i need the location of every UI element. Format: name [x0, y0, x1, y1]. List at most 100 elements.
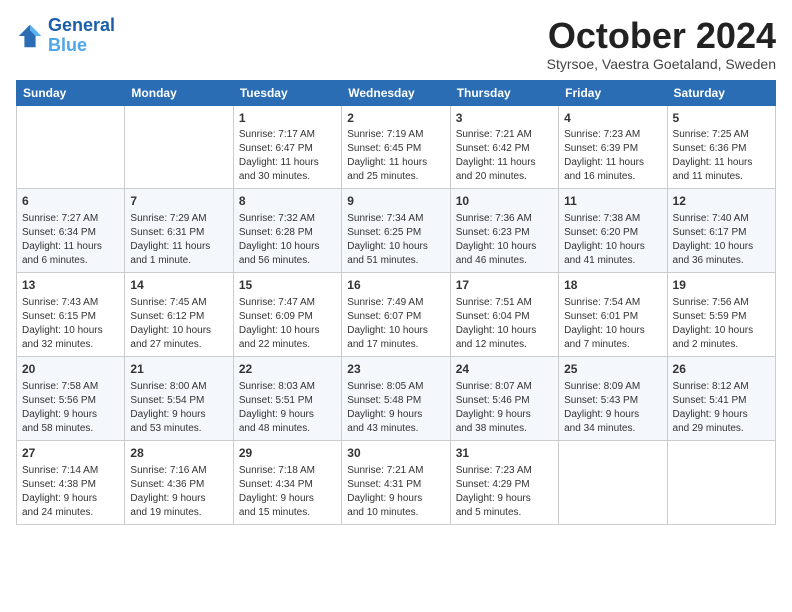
calendar-cell: 3Sunrise: 7:21 AM Sunset: 6:42 PM Daylig… — [450, 105, 558, 189]
calendar-cell: 15 Sunrise: 7:47 AM Sunset: 6:09 PM Dayli… — [233, 273, 341, 357]
calendar-cell: 30 Sunrise: 7:21 AM Sunset: 4:31 PM Dayli… — [342, 440, 450, 524]
day-number: 15 — [239, 277, 336, 294]
location-subtitle: Styrsoe, Vaestra Goetaland, Sweden — [547, 56, 776, 72]
calendar-cell — [17, 105, 125, 189]
day-info: Sunrise: 7:51 AM Sunset: 6:04 PM Dayligh… — [456, 296, 553, 352]
day-of-week-header: Tuesday — [233, 80, 341, 105]
day-number: 23 — [347, 361, 444, 378]
day-info: Sunrise: 7:36 AM Sunset: 6:23 PM Dayligh… — [456, 212, 553, 268]
calendar-cell: 22 Sunrise: 8:03 AM Sunset: 5:51 PM Dayli… — [233, 356, 341, 440]
day-number: 8 — [239, 193, 336, 210]
day-number: 6 — [22, 193, 119, 210]
calendar-cell: 14 Sunrise: 7:45 AM Sunset: 6:12 PM Dayli… — [125, 273, 233, 357]
calendar-table: SundayMondayTuesdayWednesdayThursdayFrid… — [16, 80, 776, 525]
day-info: Sunrise: 7:58 AM Sunset: 5:56 PM Dayligh… — [22, 380, 119, 436]
calendar-cell: 13 Sunrise: 7:43 AM Sunset: 6:15 PM Dayli… — [17, 273, 125, 357]
calendar-cell: 19 Sunrise: 7:56 AM Sunset: 5:59 PM Dayli… — [667, 273, 775, 357]
calendar-cell: 28Sunrise: 7:16 AM Sunset: 4:36 PM Dayli… — [125, 440, 233, 524]
day-number: 13 — [22, 277, 119, 294]
day-info: Sunrise: 7:40 AM Sunset: 6:17 PM Dayligh… — [673, 212, 770, 268]
day-number: 22 — [239, 361, 336, 378]
calendar-cell: 12 Sunrise: 7:40 AM Sunset: 6:17 PM Dayli… — [667, 189, 775, 273]
day-number: 16 — [347, 277, 444, 294]
logo: General Blue — [16, 16, 115, 56]
day-number: 19 — [673, 277, 770, 294]
day-number: 20 — [22, 361, 119, 378]
calendar-cell: 29 Sunrise: 7:18 AM Sunset: 4:34 PM Dayli… — [233, 440, 341, 524]
day-info: Sunrise: 8:09 AM Sunset: 5:43 PM Dayligh… — [564, 380, 661, 436]
calendar-cell: 7Sunrise: 7:29 AM Sunset: 6:31 PM Daylig… — [125, 189, 233, 273]
day-number: 24 — [456, 361, 553, 378]
day-info: Sunrise: 7:56 AM Sunset: 5:59 PM Dayligh… — [673, 296, 770, 352]
day-number: 26 — [673, 361, 770, 378]
day-number: 30 — [347, 445, 444, 462]
day-number: 10 — [456, 193, 553, 210]
day-info: Sunrise: 7:54 AM Sunset: 6:01 PM Dayligh… — [564, 296, 661, 352]
day-info: Sunrise: 7:38 AM Sunset: 6:20 PM Dayligh… — [564, 212, 661, 268]
day-of-week-header: Thursday — [450, 80, 558, 105]
calendar-cell: 2Sunrise: 7:19 AM Sunset: 6:45 PM Daylig… — [342, 105, 450, 189]
title-block: October 2024 Styrsoe, Vaestra Goetaland,… — [547, 16, 776, 72]
day-info: Sunrise: 7:32 AM Sunset: 6:28 PM Dayligh… — [239, 212, 336, 268]
calendar-cell: 31 Sunrise: 7:23 AM Sunset: 4:29 PM Dayli… — [450, 440, 558, 524]
day-number: 11 — [564, 193, 661, 210]
logo-icon — [16, 22, 44, 50]
calendar-cell: 26Sunrise: 8:12 AM Sunset: 5:41 PM Dayli… — [667, 356, 775, 440]
calendar-cell: 9 Sunrise: 7:34 AM Sunset: 6:25 PM Daylig… — [342, 189, 450, 273]
day-number: 31 — [456, 445, 553, 462]
month-title: October 2024 — [547, 16, 776, 56]
day-number: 25 — [564, 361, 661, 378]
day-number: 7 — [130, 193, 227, 210]
day-number: 21 — [130, 361, 227, 378]
day-info: Sunrise: 7:14 AM Sunset: 4:38 PM Dayligh… — [22, 464, 119, 520]
day-number: 12 — [673, 193, 770, 210]
calendar-cell: 4Sunrise: 7:23 AM Sunset: 6:39 PM Daylig… — [559, 105, 667, 189]
calendar-cell: 27 Sunrise: 7:14 AM Sunset: 4:38 PM Dayli… — [17, 440, 125, 524]
day-info: Sunrise: 7:21 AM Sunset: 4:31 PM Dayligh… — [347, 464, 444, 520]
day-info: Sunrise: 7:16 AM Sunset: 4:36 PM Dayligh… — [130, 464, 227, 520]
day-number: 27 — [22, 445, 119, 462]
day-info: Sunrise: 8:05 AM Sunset: 5:48 PM Dayligh… — [347, 380, 444, 436]
day-of-week-header: Friday — [559, 80, 667, 105]
day-number: 9 — [347, 193, 444, 210]
calendar-cell: 8 Sunrise: 7:32 AM Sunset: 6:28 PM Daylig… — [233, 189, 341, 273]
day-info: Sunrise: 8:03 AM Sunset: 5:51 PM Dayligh… — [239, 380, 336, 436]
day-number: 1 — [239, 110, 336, 127]
logo-text: General Blue — [48, 16, 115, 56]
calendar-cell: 23 Sunrise: 8:05 AM Sunset: 5:48 PM Dayli… — [342, 356, 450, 440]
day-number: 17 — [456, 277, 553, 294]
calendar-cell: 10 Sunrise: 7:36 AM Sunset: 6:23 PM Dayli… — [450, 189, 558, 273]
day-number: 29 — [239, 445, 336, 462]
day-info: Sunrise: 8:00 AM Sunset: 5:54 PM Dayligh… — [130, 380, 227, 436]
day-info: Sunrise: 7:17 AM Sunset: 6:47 PM Dayligh… — [239, 128, 336, 184]
day-info: Sunrise: 7:23 AM Sunset: 6:39 PM Dayligh… — [564, 128, 661, 184]
calendar-cell — [559, 440, 667, 524]
day-of-week-header: Monday — [125, 80, 233, 105]
day-info: Sunrise: 7:21 AM Sunset: 6:42 PM Dayligh… — [456, 128, 553, 184]
day-info: Sunrise: 7:34 AM Sunset: 6:25 PM Dayligh… — [347, 212, 444, 268]
day-info: Sunrise: 7:18 AM Sunset: 4:34 PM Dayligh… — [239, 464, 336, 520]
day-number: 2 — [347, 110, 444, 127]
day-info: Sunrise: 7:43 AM Sunset: 6:15 PM Dayligh… — [22, 296, 119, 352]
calendar-cell: 24Sunrise: 8:07 AM Sunset: 5:46 PM Dayli… — [450, 356, 558, 440]
day-info: Sunrise: 7:45 AM Sunset: 6:12 PM Dayligh… — [130, 296, 227, 352]
day-info: Sunrise: 7:25 AM Sunset: 6:36 PM Dayligh… — [673, 128, 770, 184]
day-info: Sunrise: 7:23 AM Sunset: 4:29 PM Dayligh… — [456, 464, 553, 520]
day-info: Sunrise: 7:27 AM Sunset: 6:34 PM Dayligh… — [22, 212, 119, 268]
calendar-cell: 21 Sunrise: 8:00 AM Sunset: 5:54 PM Dayli… — [125, 356, 233, 440]
day-info: Sunrise: 7:47 AM Sunset: 6:09 PM Dayligh… — [239, 296, 336, 352]
day-of-week-header: Wednesday — [342, 80, 450, 105]
calendar-cell: 11 Sunrise: 7:38 AM Sunset: 6:20 PM Dayli… — [559, 189, 667, 273]
calendar-cell: 5Sunrise: 7:25 AM Sunset: 6:36 PM Daylig… — [667, 105, 775, 189]
day-info: Sunrise: 7:19 AM Sunset: 6:45 PM Dayligh… — [347, 128, 444, 184]
calendar-header: SundayMondayTuesdayWednesdayThursdayFrid… — [17, 80, 776, 105]
day-number: 14 — [130, 277, 227, 294]
day-number: 4 — [564, 110, 661, 127]
calendar-cell: 16 Sunrise: 7:49 AM Sunset: 6:07 PM Dayli… — [342, 273, 450, 357]
day-info: Sunrise: 7:49 AM Sunset: 6:07 PM Dayligh… — [347, 296, 444, 352]
page-header: General Blue October 2024 Styrsoe, Vaest… — [16, 16, 776, 72]
calendar-cell: 6 Sunrise: 7:27 AM Sunset: 6:34 PM Daylig… — [17, 189, 125, 273]
calendar-cell — [667, 440, 775, 524]
day-of-week-header: Sunday — [17, 80, 125, 105]
calendar-cell: 1Sunrise: 7:17 AM Sunset: 6:47 PM Daylig… — [233, 105, 341, 189]
